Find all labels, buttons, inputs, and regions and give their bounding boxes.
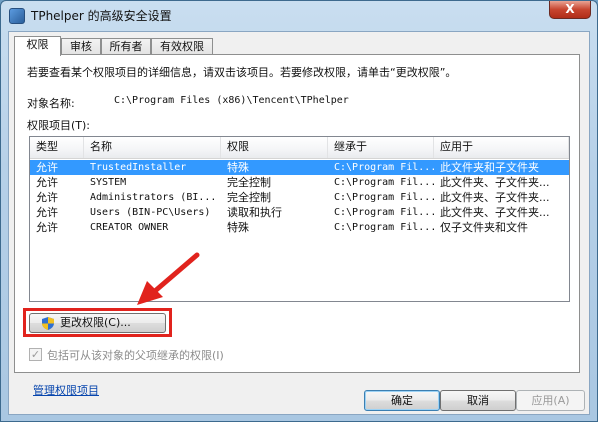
cell-inherited-from: C:\Program Fil... (334, 207, 434, 218)
red-arrow-annotation (137, 252, 200, 305)
table-row[interactable]: 允许 Administrators (BI... 完全控制 C:\Program… (30, 190, 569, 205)
cell-permission: 读取和执行 (227, 206, 282, 219)
object-name-label: 对象名称: (27, 97, 75, 110)
tab-effective-permissions[interactable]: 有效权限 (151, 38, 213, 55)
manage-permission-entries-link[interactable]: 管理权限项目 (33, 382, 99, 398)
column-header-name[interactable]: 名称 (84, 137, 221, 158)
cell-type: 允许 (36, 221, 58, 234)
column-header-applies-to[interactable]: 应用于 (434, 137, 569, 158)
permission-entries-list[interactable]: 类型 名称 权限 继承于 应用于 允许 TrustedInstaller 特殊 … (29, 136, 570, 302)
cell-applies-to: 此文件夹、子文件夹... (440, 176, 550, 189)
cell-permission: 特殊 (227, 221, 249, 234)
change-permissions-label: 更改权限(C)... (60, 316, 131, 329)
column-header-inherited-from[interactable]: 继承于 (328, 137, 434, 158)
cell-inherited-from: C:\Program Fil... (334, 162, 434, 173)
tab-auditing[interactable]: 审核 (61, 38, 101, 55)
cell-permission: 完全控制 (227, 191, 271, 204)
cell-name: Users (BIN-PC\Users) (90, 207, 211, 218)
ok-button[interactable]: 确定 (364, 390, 440, 411)
description-text: 若要查看某个权限项目的详细信息，请双击该项目。若要修改权限，请单击“更改权限”。 (27, 66, 457, 79)
cell-permission: 特殊 (227, 161, 249, 174)
title-bar[interactable]: TPhelper 的高级安全设置 X (1, 1, 597, 31)
cell-applies-to: 仅子文件夹和文件 (440, 221, 528, 234)
cell-applies-to: 此文件夹和子文件夹 (440, 161, 539, 174)
cell-name: TrustedInstaller (90, 162, 187, 173)
window-title: TPhelper 的高级安全设置 (31, 9, 172, 23)
permission-entries-label: 权限项目(T): (27, 119, 91, 132)
list-header: 类型 名称 权限 继承于 应用于 (30, 137, 569, 159)
inherit-permissions-label: 包括可从该对象的父项继承的权限(I) (47, 349, 224, 362)
cell-type: 允许 (36, 206, 58, 219)
object-name-value: C:\Program Files (x86)\Tencent\TPhelper (114, 95, 349, 106)
cell-permission: 完全控制 (227, 176, 271, 189)
dialog-client: 权限 审核 所有者 有效权限 若要查看某个权限项目的详细信息，请双击该项目。若要… (8, 31, 590, 415)
close-button[interactable]: X (549, 1, 591, 19)
cell-type: 允许 (36, 176, 58, 189)
cancel-button[interactable]: 取消 (440, 390, 516, 411)
advanced-security-window: TPhelper 的高级安全设置 X 权限 审核 所有者 有效权限 若要查看某个… (0, 0, 598, 422)
cell-inherited-from: C:\Program Fil... (334, 192, 434, 203)
table-row[interactable]: 允许 TrustedInstaller 特殊 C:\Program Fil...… (30, 160, 569, 175)
cell-type: 允许 (36, 161, 58, 174)
change-permissions-button[interactable]: 更改权限(C)... (29, 313, 166, 333)
inherit-permissions-checkbox[interactable]: ✓ (29, 348, 42, 361)
cell-name: SYSTEM (90, 177, 127, 188)
tab-permissions[interactable]: 权限 (14, 36, 61, 56)
cell-inherited-from: C:\Program Fil... (334, 222, 434, 233)
apply-button[interactable]: 应用(A) (516, 390, 585, 411)
cell-type: 允许 (36, 191, 58, 204)
cell-name: Administrators (BI... (90, 192, 217, 203)
table-row[interactable]: 允许 CREATOR OWNER 特殊 C:\Program Fil... 仅子… (30, 220, 569, 235)
table-row[interactable]: 允许 SYSTEM 完全控制 C:\Program Fil... 此文件夹、子文… (30, 175, 569, 190)
cell-inherited-from: C:\Program Fil... (334, 177, 434, 188)
app-icon (9, 8, 25, 24)
tab-owner[interactable]: 所有者 (101, 38, 151, 55)
cell-applies-to: 此文件夹、子文件夹... (440, 191, 550, 204)
column-header-permission[interactable]: 权限 (221, 137, 328, 158)
cell-applies-to: 此文件夹、子文件夹... (440, 206, 550, 219)
table-row[interactable]: 允许 Users (BIN-PC\Users) 读取和执行 C:\Program… (30, 205, 569, 220)
cell-name: CREATOR OWNER (90, 222, 169, 233)
permissions-panel: 若要查看某个权限项目的详细信息，请双击该项目。若要修改权限，请单击“更改权限”。… (14, 54, 580, 397)
uac-shield-icon (42, 317, 54, 330)
column-header-type[interactable]: 类型 (30, 137, 84, 158)
